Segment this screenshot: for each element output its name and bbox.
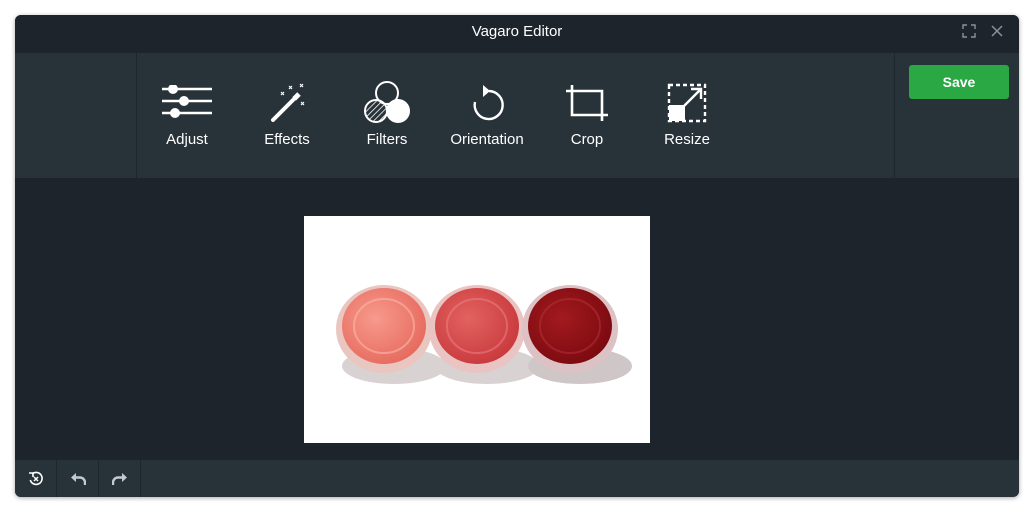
crop-icon (566, 85, 608, 121)
tool-filters[interactable]: Filters (337, 53, 437, 178)
tool-label: Adjust (166, 131, 208, 148)
title-bar: Vagaro Editor (15, 15, 1019, 53)
tool-label: Orientation (450, 131, 524, 148)
window-title: Vagaro Editor (471, 23, 563, 40)
close-icon (991, 25, 1003, 37)
lip-balm-photo (336, 285, 632, 384)
editor-toolbar: Adjust Effects Filters Orientation Crop … (15, 53, 1019, 178)
reset-icon (28, 471, 43, 485)
undo-button[interactable] (57, 460, 99, 497)
rotate-icon (473, 85, 504, 121)
resize-icon (667, 83, 707, 123)
sliders-icon (162, 85, 212, 118)
editor-canvas (15, 178, 1019, 460)
tool-label: Effects (264, 131, 310, 148)
editor-footer (15, 460, 1019, 497)
editor-window: Vagaro Editor Adjust Effects Filters Ori… (15, 15, 1019, 497)
redo-icon (111, 472, 127, 485)
reset-button[interactable] (15, 460, 57, 497)
filter-circles-icon (364, 81, 410, 123)
magic-wand-icon (271, 83, 305, 122)
tool-label: Filters (366, 131, 408, 148)
tool-crop[interactable]: Crop (537, 53, 637, 178)
expand-icon (962, 24, 976, 38)
maximize-button[interactable] (961, 23, 977, 39)
tool-label: Resize (664, 131, 710, 148)
tool-adjust[interactable]: Adjust (137, 53, 237, 178)
edited-image (304, 216, 650, 443)
tool-orientation[interactable]: Orientation (437, 53, 537, 178)
close-button[interactable] (989, 23, 1005, 39)
undo-icon (70, 472, 86, 485)
tool-effects[interactable]: Effects (237, 53, 337, 178)
toolbar-left-panel (15, 53, 137, 178)
tool-label: Crop (570, 131, 604, 148)
save-button[interactable]: Save (909, 65, 1009, 99)
tool-resize[interactable]: Resize (637, 53, 737, 178)
redo-button[interactable] (99, 460, 141, 497)
